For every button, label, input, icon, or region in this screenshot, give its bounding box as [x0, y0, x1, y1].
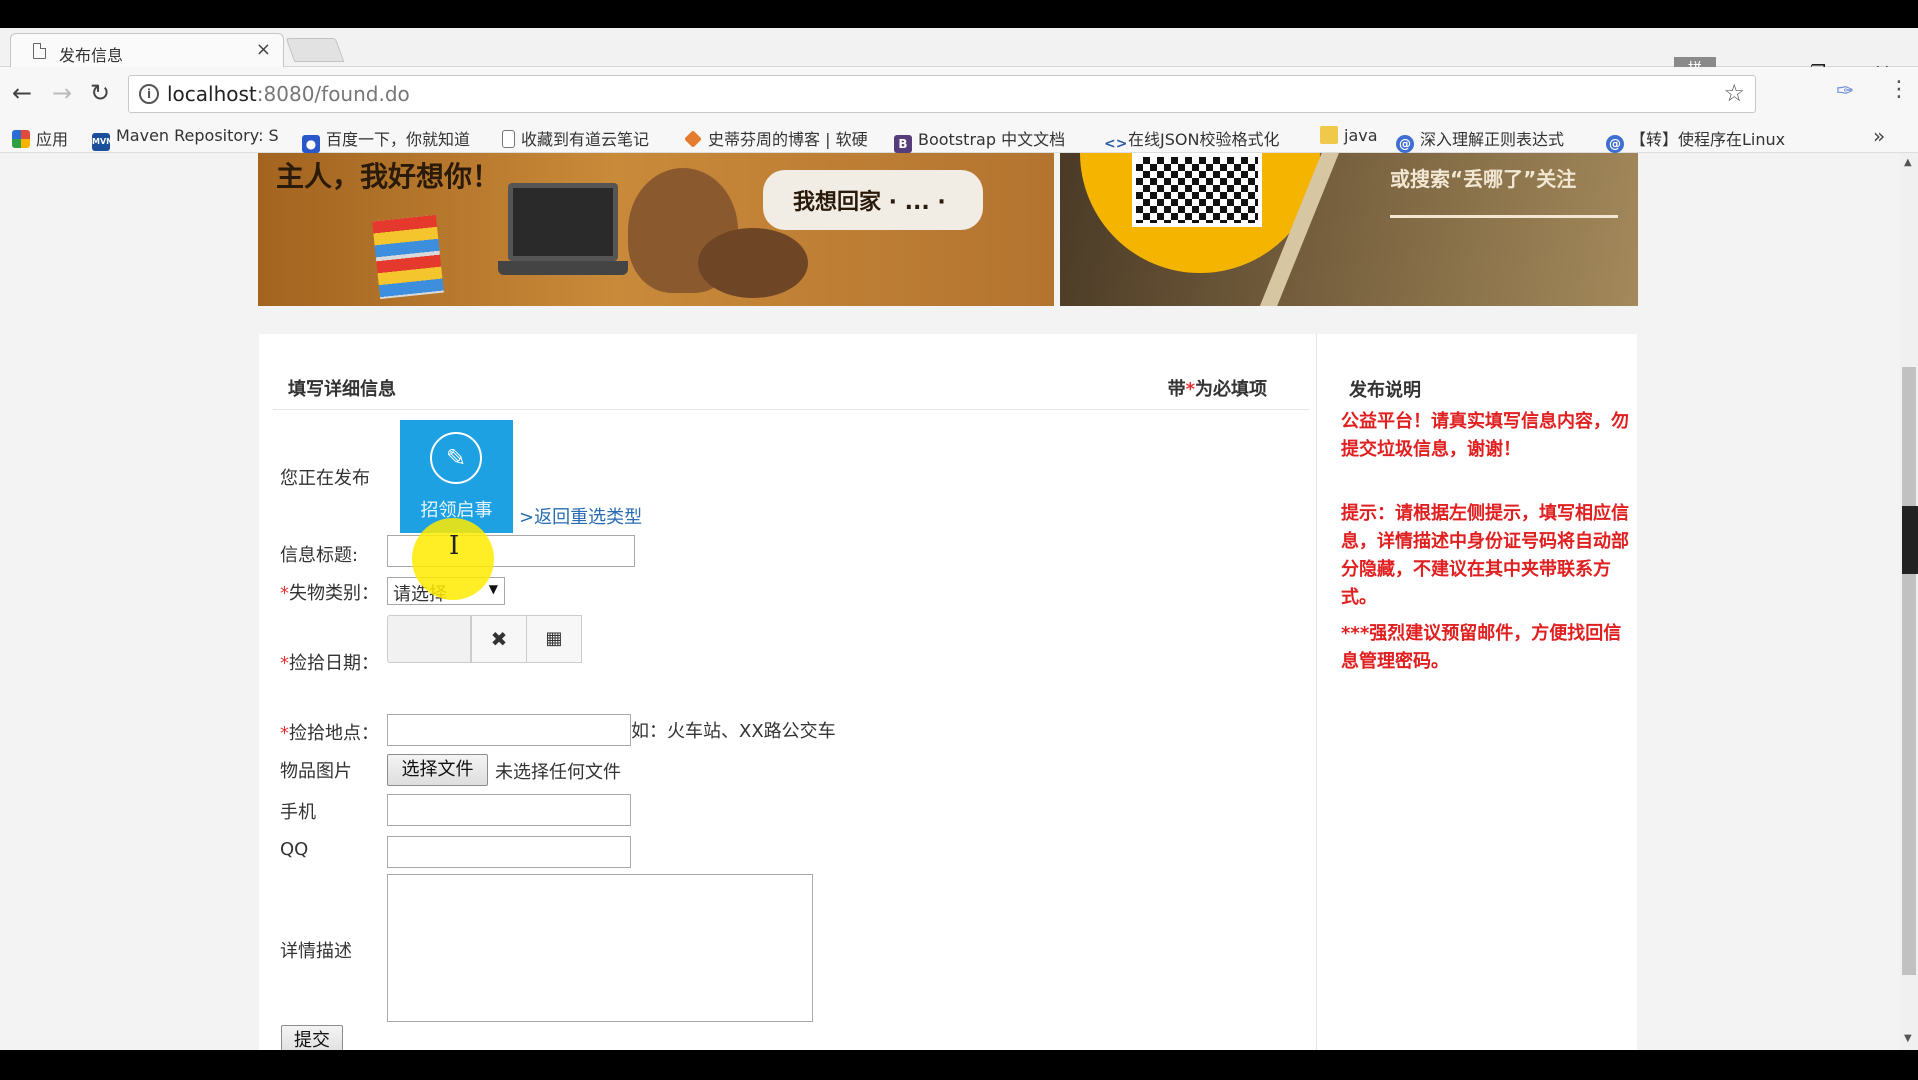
blog-icon	[684, 130, 702, 148]
qq-label: QQ	[280, 839, 309, 860]
forward-arrow-icon[interactable]: →	[52, 79, 72, 107]
bookmark-apps[interactable]: 应用	[12, 126, 68, 150]
tab-close-icon[interactable]: ×	[256, 39, 271, 60]
info-icon[interactable]: i	[139, 84, 159, 104]
bookmark-label: java	[1344, 126, 1378, 145]
category-label: *失物类别：	[280, 579, 379, 605]
banner-follow-text: 或搜索“丢哪了”关注	[1390, 167, 1577, 191]
page-icon	[33, 43, 46, 59]
bootstrap-icon: B	[894, 135, 912, 153]
bookmark-java-folder[interactable]: java	[1320, 126, 1378, 145]
title-label: 信息标题:	[280, 545, 359, 566]
extension-leaf-icon[interactable]: ✑	[1836, 79, 1854, 104]
bookmark-maven[interactable]: MVN Maven Repository: S	[92, 126, 279, 151]
phone-label: 手机	[280, 802, 316, 823]
date-label-text: 捡拾日期：	[289, 653, 379, 674]
location-hint: 如：火车站、XX路公交车	[631, 721, 836, 742]
page-icon	[502, 130, 515, 148]
calendar-grid-icon[interactable]: ▦	[526, 615, 582, 663]
image-label: 物品图片	[280, 761, 352, 782]
cnblogs-icon: @	[1606, 135, 1624, 153]
required-star: *	[280, 653, 289, 674]
new-tab-button[interactable]	[285, 38, 345, 62]
baidu-paw-icon: ●	[302, 135, 320, 153]
category-label-text: 失物类别：	[289, 583, 379, 604]
phone-input[interactable]	[387, 794, 631, 826]
publish-notes-panel: 发布说明 公益平台！请真实填写信息内容，勿提交垃圾信息，谢谢！ 提示：请根据左侧…	[1316, 334, 1637, 1050]
dropdown-arrow-icon: ▼	[488, 582, 498, 596]
scroll-down-arrow-icon[interactable]: ▼	[1904, 1033, 1912, 1044]
json-icon: <>	[1104, 136, 1128, 152]
bookmark-label: 应用	[36, 130, 69, 149]
menu-kebab-icon[interactable]: ⋮	[1888, 77, 1910, 102]
location-label-text: 捡拾地点：	[289, 723, 379, 744]
screen-top-bar	[0, 0, 1918, 28]
bookmarks-bar: 应用 MVN Maven Repository: S ● 百度一下，你就知道 收藏到…	[0, 121, 1918, 153]
description-label: 详情描述	[280, 941, 352, 962]
bookmark-bootstrap[interactable]: B Bootstrap 中文文档	[894, 126, 1065, 153]
text-cursor-icon: I	[449, 531, 460, 561]
notes-text-3: ***强烈建议预留邮件，方便找回信息管理密码。	[1341, 623, 1622, 672]
bookmarks-overflow-icon[interactable]: »	[1873, 124, 1885, 148]
browser-toolbar: ← → ↻ i localhost:8080/found.do ☆ ✑ ⋮	[0, 67, 1918, 121]
pencil-icon: ✎	[430, 432, 482, 484]
bookmark-regex[interactable]: @ 深入理解正则表达式	[1396, 126, 1564, 153]
side-feedback-tab[interactable]	[1902, 506, 1918, 574]
bookmark-label: 深入理解正则表达式	[1420, 130, 1565, 149]
description-textarea[interactable]	[387, 874, 813, 1022]
screen-bottom-bar	[0, 1050, 1918, 1080]
file-status-text: 未选择任何文件	[495, 762, 621, 783]
folder-icon	[1320, 126, 1338, 144]
form-fields: 您正在发布 ✎ 招领启事 >返回重选类型 信息标题: *失物类别： 请选择 ▼ …	[259, 153, 1316, 1050]
date-input[interactable]	[387, 615, 471, 663]
back-arrow-icon[interactable]: ←	[12, 79, 32, 107]
qq-input[interactable]	[387, 836, 631, 868]
location-input[interactable]	[387, 714, 631, 746]
address-bar[interactable]: i localhost:8080/found.do ☆	[128, 75, 1756, 113]
required-star: *	[280, 583, 289, 604]
reload-icon[interactable]: ↻	[90, 79, 110, 107]
tab-title: 发布信息	[59, 46, 124, 65]
bookmark-youdao[interactable]: 收藏到有道云笔记	[502, 126, 649, 150]
bookmark-json[interactable]: <>在线JSON校验格式化	[1104, 126, 1279, 153]
choose-file-button[interactable]: 选择文件	[387, 754, 488, 786]
reselect-type-link[interactable]: >返回重选类型	[519, 503, 642, 529]
bookmark-label: 收藏到有道云笔记	[521, 130, 650, 149]
bookmark-label: 在线JSON校验格式化	[1128, 130, 1280, 149]
bookmark-linux[interactable]: @ 【转】使程序在Linux	[1606, 126, 1785, 153]
maven-icon: MVN	[92, 133, 113, 151]
url-path: :8080/found.do	[256, 82, 410, 106]
bookmark-label: 百度一下，你就知道	[326, 130, 471, 149]
apps-grid-icon	[12, 130, 30, 148]
scrollbar-thumb[interactable]	[1902, 367, 1916, 975]
required-star: *	[280, 723, 289, 744]
bookmark-label: 史蒂芬周的博客 | 软硬	[708, 130, 868, 149]
url-text[interactable]: localhost:8080/found.do	[167, 82, 410, 106]
notes-text-1: 公益平台！请真实填写信息内容，勿提交垃圾信息，谢谢！	[1341, 411, 1629, 460]
date-label: *捡拾日期：	[280, 649, 379, 675]
bookmark-label: Bootstrap 中文文档	[918, 130, 1066, 149]
bookmark-label: Maven Repository: S	[116, 126, 279, 145]
bookmark-baidu[interactable]: ● 百度一下，你就知道	[302, 126, 470, 153]
publishing-label: 您正在发布	[280, 468, 370, 489]
bookmark-star-icon[interactable]: ☆	[1723, 79, 1745, 107]
bookmark-label: 【转】使程序在Linux	[1630, 130, 1786, 149]
page-scrollbar[interactable]: ▲ ▼	[1900, 153, 1918, 1050]
scroll-up-arrow-icon[interactable]: ▲	[1904, 157, 1912, 168]
location-label: *捡拾地点：	[280, 719, 379, 745]
bookmark-blog[interactable]: 史蒂芬周的博客 | 软硬	[684, 126, 868, 150]
url-host: localhost	[167, 82, 257, 106]
clear-date-icon[interactable]: ✖	[471, 615, 527, 663]
tab-active[interactable]: 发布信息 ×	[10, 33, 284, 67]
submit-button[interactable]: 提交	[281, 1025, 343, 1050]
page-viewport: 主人，我好想你！ 我想回家 · ... · 或搜索“丢哪了”关注 填写详细信息 …	[0, 153, 1900, 1050]
banner-underline	[1390, 215, 1618, 218]
regex-icon: @	[1396, 135, 1414, 153]
type-card-found-notice[interactable]: ✎ 招领启事	[400, 420, 513, 533]
notes-title: 发布说明	[1349, 380, 1421, 401]
tab-strip: 发布信息 × 拼 — ❐ ✕	[0, 28, 1918, 84]
notes-text-2: 提示：请根据左侧提示，填写相应信息，详情描述中身份证号码将自动部分隐藏，不建议在…	[1341, 503, 1629, 608]
